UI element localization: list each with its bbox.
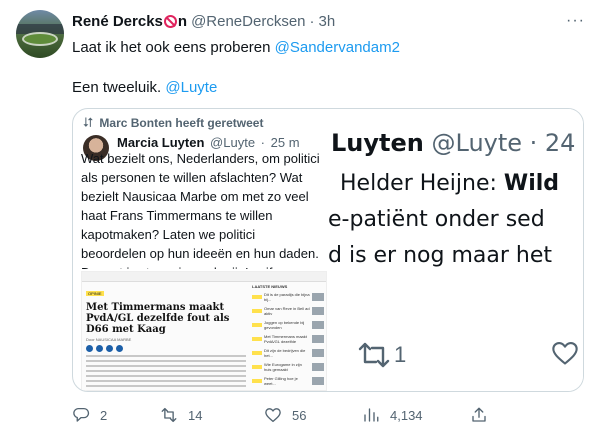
- quoted-time[interactable]: 25 m: [271, 135, 300, 150]
- article-sidebar: LAATSTE NIEUWS Dit is de paradijs die bi…: [252, 282, 324, 390]
- views-button[interactable]: 4,134: [362, 406, 423, 424]
- social-share-icon: [116, 345, 123, 352]
- heart-icon: [552, 342, 578, 365]
- article-body: [86, 355, 246, 387]
- sidebar-title: LAATSTE NIEUWS: [252, 284, 288, 289]
- no-entry-emoji-icon: [163, 15, 177, 28]
- social-share-icon: [96, 345, 103, 352]
- article-title: Met Timmermans maakt PvdA/GL dezelfde fo…: [86, 302, 230, 335]
- author-avatar[interactable]: [16, 10, 64, 58]
- retweet-button[interactable]: 14: [160, 406, 202, 424]
- retweet-bar: ⮃ Marc Bonten heeft geretweet: [83, 115, 263, 131]
- retweet-icon: [161, 407, 177, 423]
- like-button[interactable]: 56: [264, 406, 306, 424]
- zoomed-screenshot: Luyten @Luyte · 24 Helder Heijne: Wild e…: [328, 109, 583, 391]
- image-card[interactable]: ⮃ Marc Bonten heeft geretweet Marcia Luyt…: [72, 108, 584, 392]
- reply-count: 2: [100, 407, 108, 423]
- author-name-suffix[interactable]: n: [178, 13, 187, 30]
- mention-link-luyte[interactable]: @Luyte: [165, 79, 217, 96]
- reply-button[interactable]: 2: [72, 406, 107, 424]
- quoted-author-handle[interactable]: @Luyte: [210, 135, 255, 150]
- tweet-text-2: Een tweeluik.: [72, 79, 166, 96]
- mention-link-sandervandam2[interactable]: @Sandervandam2: [275, 39, 400, 56]
- sidebar-item: Omar van Reve in Bell ad aktiv: [252, 306, 324, 316]
- heart-icon: [265, 408, 281, 423]
- retweet-small-icon: ⮃: [83, 115, 94, 130]
- sidebar-item: Peter Gilling hoe je weet...: [252, 376, 324, 386]
- author-name[interactable]: René Dercks: [72, 13, 163, 30]
- sidebar-item: Dit zijn de bedrijven die het...: [252, 348, 324, 358]
- like-count: 56: [292, 407, 307, 423]
- tweet-header: René Dercks n @ReneDercksen · 3h: [72, 13, 335, 30]
- quoted-author-name[interactable]: Marcia Luyten: [117, 135, 204, 150]
- retweet-count: 14: [188, 407, 203, 423]
- sidebar-item: Wie Eurogame in zijn huis gemaakt: [252, 362, 324, 372]
- tweet-text-line-1: Laat ik het ook eens proberen @Sandervan…: [72, 38, 400, 58]
- more-icon[interactable]: ···: [566, 12, 585, 30]
- retweet-label[interactable]: Marc Bonten heeft geretweet: [99, 116, 263, 130]
- quoted-text: Wat bezielt ons, Nederlanders, om politi…: [81, 151, 320, 269]
- quoted-separator: ·: [260, 135, 266, 150]
- avatar-stadium-field: [22, 32, 58, 46]
- sidebar-item: Met Timmermans maakt PvdA/GL dezelfde: [252, 334, 324, 344]
- zoomed-line-4: d is er nog maar het: [328, 243, 552, 268]
- zoomed-line-3: e-patiënt onder sed: [328, 207, 545, 232]
- zoomed-line-2: Helder Heijne: Wild: [340, 171, 560, 196]
- tweet-text-line-2: Een tweeluik. @Luyte: [72, 78, 217, 98]
- tweet-actions: 2 14 56 4,134: [72, 406, 584, 428]
- header-separator: ·: [309, 13, 315, 30]
- views-count: 4,134: [390, 407, 423, 423]
- reply-icon: [73, 407, 90, 422]
- article-tag: OPINIE: [86, 291, 104, 296]
- quoted-header: Marcia Luyten @Luyte · 25 m: [117, 135, 300, 150]
- zoomed-retweet-count: 1: [394, 342, 407, 367]
- zoomed-retweet: 1: [356, 341, 406, 369]
- share-button[interactable]: [470, 406, 488, 424]
- sidebar-item: Joggen op bekende bij gevonden: [252, 320, 324, 330]
- zoomed-header: Luyten @Luyte · 24: [331, 129, 576, 157]
- views-icon: [364, 408, 379, 422]
- article-topbar: [82, 272, 326, 282]
- author-handle[interactable]: @ReneDercksen: [191, 13, 305, 30]
- sidebar-item: Dit is de paradijs die bijna bij...: [252, 292, 324, 302]
- share-icon: [472, 407, 486, 422]
- retweet-icon: [358, 342, 390, 368]
- social-share-icon: [86, 345, 93, 352]
- tweet-text-1: Laat ik het ook eens proberen: [72, 39, 275, 56]
- social-share-icon: [106, 345, 113, 352]
- article-screenshot: OPINIE Met Timmermans maakt PvdA/GL deze…: [81, 271, 327, 391]
- tweet-time[interactable]: 3h: [319, 13, 336, 30]
